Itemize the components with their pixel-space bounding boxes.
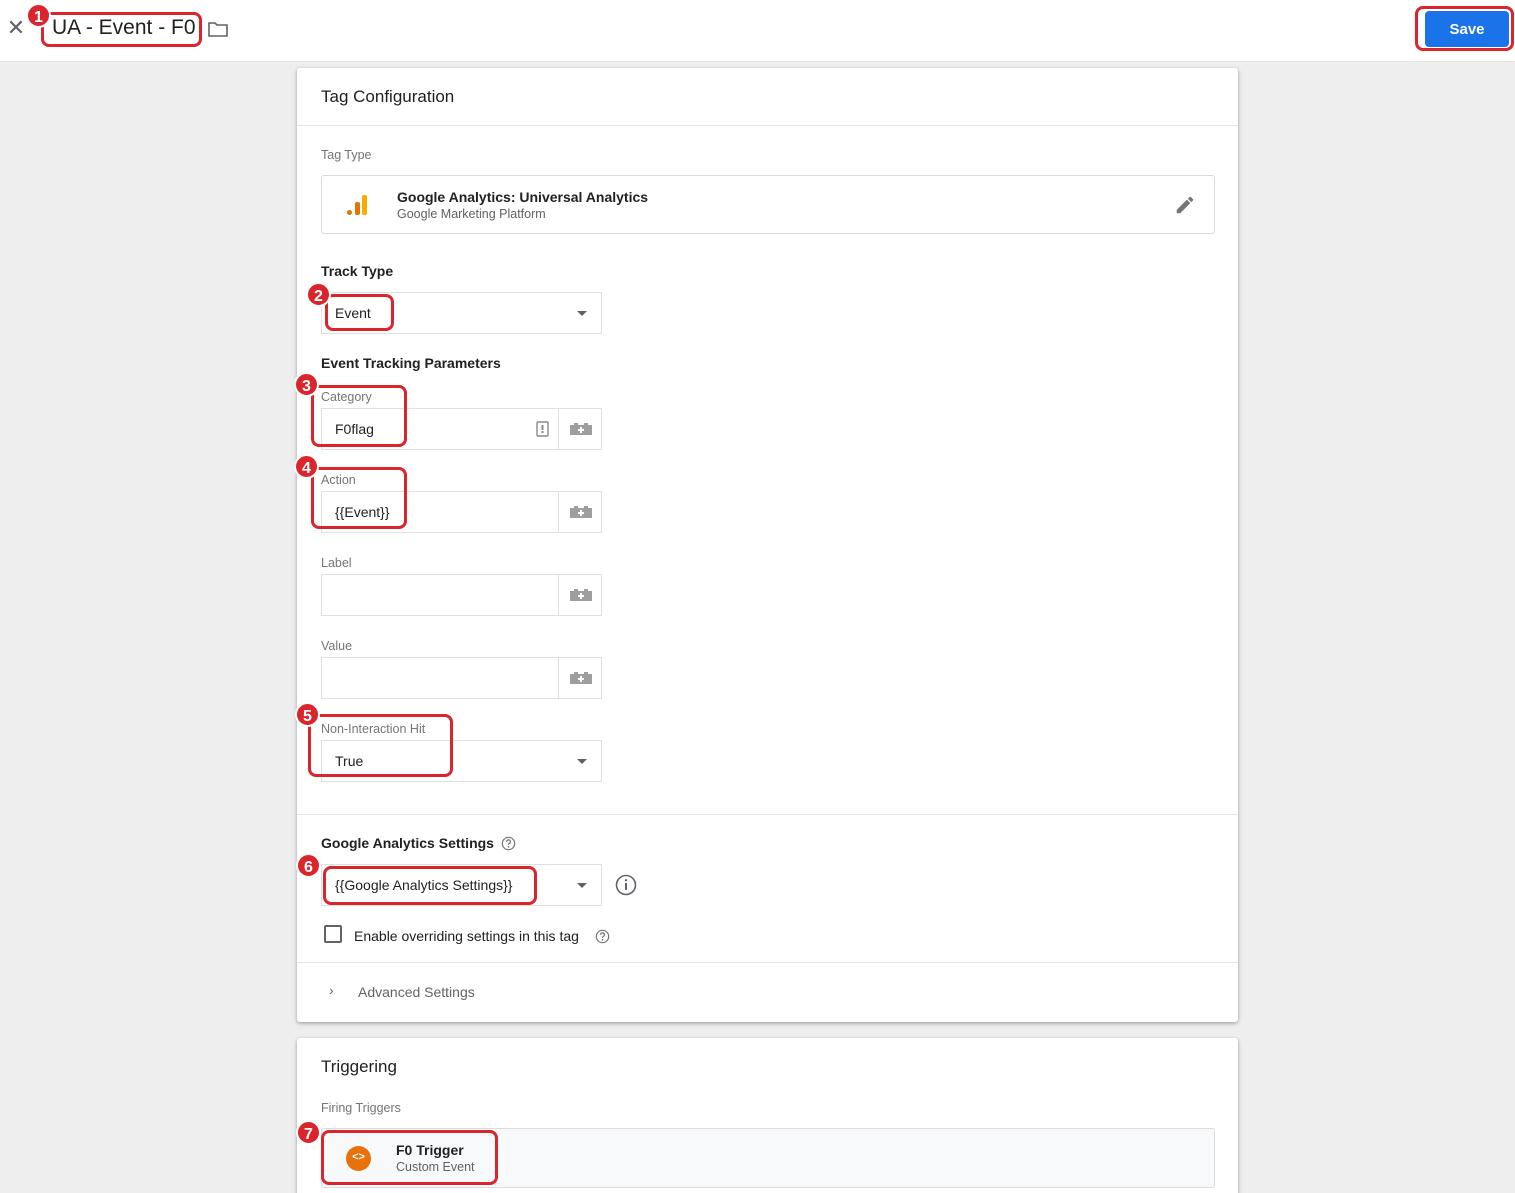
save-button[interactable]: Save <box>1425 11 1509 47</box>
card-title: Tag Configuration <box>321 87 455 106</box>
tag-type-selector[interactable]: Google Analytics: Universal Analytics Go… <box>321 175 1215 234</box>
google-analytics-icon <box>347 195 367 215</box>
annotation-badge: 3 <box>294 372 319 397</box>
info-icon[interactable] <box>615 874 637 896</box>
tag-configuration-card: Tag Configuration Tag Type Google Analyt… <box>297 68 1238 1022</box>
trigger-type: Custom Event <box>396 1160 475 1174</box>
tag-type-label: Tag Type <box>321 148 372 162</box>
chevron-down-icon <box>577 759 587 764</box>
ga-settings-value: {{Google Analytics Settings}} <box>335 877 513 893</box>
override-settings-label: Enable overriding settings in this tag <box>354 928 579 944</box>
close-icon[interactable]: ✕ <box>6 17 26 39</box>
variable-picker-button[interactable] <box>558 575 601 615</box>
label-label: Label <box>321 556 352 570</box>
help-icon[interactable] <box>501 836 516 851</box>
tag-type-provider: Google Marketing Platform <box>397 207 546 221</box>
value-input[interactable] <box>321 657 602 699</box>
ga-settings-label: Google Analytics Settings <box>321 835 494 851</box>
annotation-badge: 5 <box>295 702 320 727</box>
non-interaction-value: True <box>335 753 364 769</box>
category-input[interactable]: F0flag <box>321 408 602 450</box>
chevron-right-icon[interactable]: › <box>329 982 334 998</box>
track-type-value: Event <box>335 305 371 321</box>
variable-block-icon <box>570 672 592 684</box>
variable-picker-button[interactable] <box>558 409 601 449</box>
tag-type-name: Google Analytics: Universal Analytics <box>397 189 649 205</box>
top-bar: ✕ UA - Event - F0 Save <box>0 0 1515 62</box>
event-tracking-label: Event Tracking Parameters <box>321 355 501 371</box>
non-interaction-select[interactable]: True <box>321 740 602 782</box>
firing-triggers-label: Firing Triggers <box>321 1101 401 1115</box>
pencil-icon[interactable] <box>1174 194 1196 216</box>
triggering-card: Triggering Firing Triggers <> F0 Trigger… <box>297 1038 1238 1193</box>
variable-block-icon <box>570 506 592 518</box>
help-icon[interactable] <box>595 929 610 944</box>
track-type-label: Track Type <box>321 263 394 279</box>
track-type-select[interactable]: Event <box>321 292 602 334</box>
action-label: Action <box>321 473 356 487</box>
chevron-down-icon <box>577 311 587 316</box>
divider <box>297 962 1238 963</box>
trigger-item[interactable]: <> F0 Trigger Custom Event <box>321 1128 1215 1188</box>
divider <box>297 125 1238 126</box>
ga-settings-select[interactable]: {{Google Analytics Settings}} <box>321 864 602 906</box>
trigger-name: F0 Trigger <box>396 1142 464 1158</box>
variable-picker-button[interactable] <box>558 658 601 698</box>
advanced-settings-toggle[interactable]: Advanced Settings <box>358 984 475 1000</box>
annotation-badge: 1 <box>26 3 51 28</box>
card-title: Triggering <box>321 1057 397 1076</box>
annotation-badge: 7 <box>296 1120 321 1145</box>
annotation-badge: 6 <box>296 853 321 878</box>
chevron-down-icon <box>577 883 587 888</box>
label-input[interactable] <box>321 574 602 616</box>
category-value: F0flag <box>335 421 374 437</box>
custom-event-icon: <> <box>346 1146 371 1171</box>
variable-block-icon <box>570 423 592 435</box>
variable-picker-button[interactable] <box>558 492 601 532</box>
value-label: Value <box>321 639 353 653</box>
folder-icon[interactable] <box>208 21 228 37</box>
divider <box>297 814 1238 815</box>
text-format-icon[interactable] <box>536 421 549 437</box>
annotation-badge: 4 <box>294 454 319 479</box>
annotation-badge: 2 <box>306 282 331 307</box>
action-input[interactable]: {{Event}} <box>321 491 602 533</box>
category-label: Category <box>321 390 372 404</box>
variable-block-icon <box>570 589 592 601</box>
override-settings-checkbox[interactable] <box>324 925 342 943</box>
tag-name-title[interactable]: UA - Event - F0 <box>52 16 196 40</box>
non-interaction-label: Non-Interaction Hit <box>321 722 426 736</box>
action-value: {{Event}} <box>335 504 390 520</box>
